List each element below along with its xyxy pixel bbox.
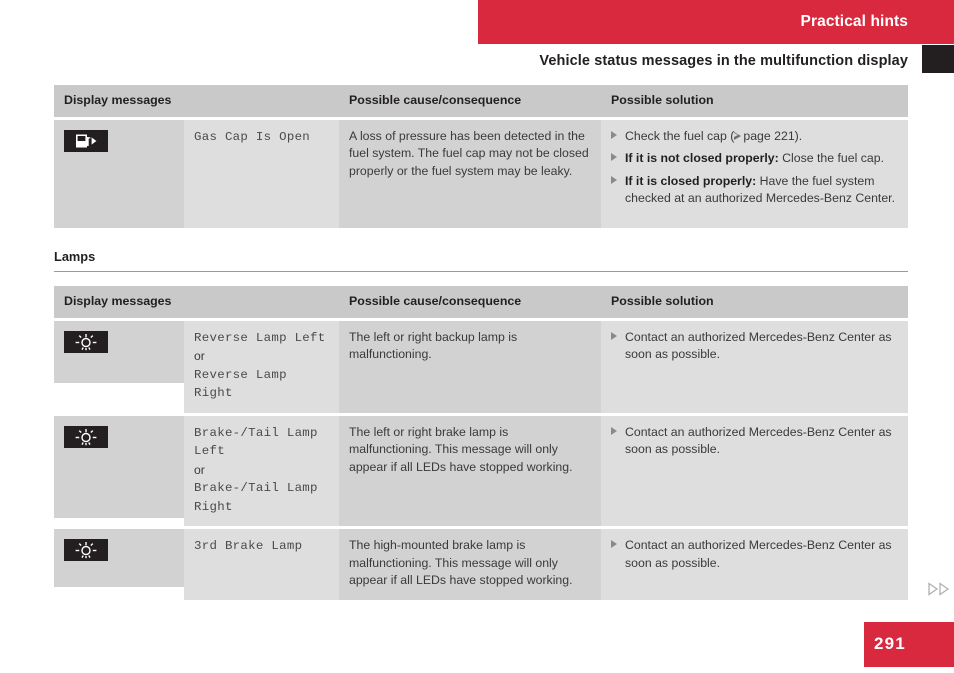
solution-list: Contact an authorized Mercedes-Benz Cent…	[611, 329, 898, 364]
list-item: Contact an authorized Mercedes-Benz Cent…	[611, 424, 898, 459]
solution-text-tail: ).	[794, 128, 803, 143]
column-header-possible-solution: Possible solution	[601, 85, 908, 117]
table-row: 3rd Brake Lamp The high-mounted brake la…	[54, 529, 908, 600]
solution-text: Contact an authorized Mercedes-Benz Cent…	[625, 538, 892, 570]
display-icon-cell	[54, 320, 184, 383]
message-line: Brake-/Tail Lamp	[194, 425, 318, 440]
chapter-title: Practical hints	[800, 13, 908, 30]
display-icon-cell	[54, 529, 184, 588]
possible-solution-cell: Contact an authorized Mercedes-Benz Cent…	[601, 320, 908, 413]
triangle-bullet-icon	[611, 130, 617, 139]
possible-solution-cell: Check the fuel cap ( page 221). If it is …	[601, 119, 908, 228]
message-line: Brake-/Tail Lamp	[194, 481, 318, 496]
possible-cause-cell: The high-mounted brake lamp is malfuncti…	[339, 529, 601, 600]
possible-cause-cell: The left or right backup lamp is malfunc…	[339, 320, 601, 413]
message-line: Reverse Lamp Left	[194, 330, 326, 345]
column-header-possible-cause: Possible cause/consequence	[339, 286, 601, 318]
lamp-bulb-icon	[64, 330, 108, 353]
page-reference-icon	[734, 131, 742, 141]
table-row: Gas Cap Is Open A loss of pressure has b…	[54, 119, 908, 228]
display-message-cell: Reverse Lamp Left or Reverse Lamp Right	[184, 320, 339, 413]
column-header-possible-cause: Possible cause/consequence	[339, 85, 601, 117]
solution-list: Check the fuel cap ( page 221). If it is …	[611, 128, 898, 208]
status-messages-table-1: Display messages Possible cause/conseque…	[54, 85, 908, 228]
table-row: Brake-/Tail Lamp Left or Brake-/Tail Lam…	[54, 415, 908, 527]
status-messages-table-2: Display messages Possible cause/conseque…	[54, 286, 908, 600]
table-row: Reverse Lamp Left or Reverse Lamp Right …	[54, 320, 908, 413]
fuel-pump-icon	[64, 129, 108, 152]
solution-text: Close the fuel cap.	[778, 151, 885, 166]
display-message-text: Reverse Lamp Left or Reverse Lamp Right	[194, 329, 329, 403]
message-line: Right	[194, 499, 233, 514]
triangle-bullet-icon	[611, 540, 617, 549]
possible-cause-cell: The left or right brake lamp is malfunct…	[339, 415, 601, 527]
list-item: If it is not closed properly: Close the …	[611, 150, 898, 167]
solution-list: Contact an authorized Mercedes-Benz Cent…	[611, 537, 898, 572]
lamp-bulb-icon	[64, 539, 108, 562]
solution-text: Check the fuel cap (	[625, 128, 735, 143]
page-reference-link[interactable]: page 221	[743, 129, 794, 143]
column-header-possible-solution: Possible solution	[601, 286, 908, 318]
list-item: Contact an authorized Mercedes-Benz Cent…	[611, 537, 898, 572]
list-item: Contact an authorized Mercedes-Benz Cent…	[611, 329, 898, 364]
message-line: Left	[194, 444, 225, 459]
triangle-bullet-icon	[611, 175, 617, 184]
list-item: If it is closed properly: Have the fuel …	[611, 173, 898, 208]
double-chevron-right-icon	[928, 582, 954, 596]
possible-solution-cell: Contact an authorized Mercedes-Benz Cent…	[601, 415, 908, 527]
message-line-or: or	[194, 462, 205, 477]
display-icon-cell	[54, 119, 184, 228]
column-header-display-messages: Display messages	[54, 85, 184, 117]
display-message-text: 3rd Brake Lamp	[194, 539, 303, 554]
lamp-bulb-icon	[64, 425, 108, 448]
subsection-heading-block: Lamps	[54, 249, 908, 272]
column-header-spacer	[184, 286, 339, 318]
display-message-cell: Gas Cap Is Open	[184, 119, 339, 228]
column-header-display-messages: Display messages	[54, 286, 184, 318]
solution-lead: If it is closed properly:	[625, 173, 757, 188]
message-line: Reverse Lamp Right	[194, 367, 287, 401]
column-header-spacer	[184, 85, 339, 117]
possible-cause-cell: A loss of pressure has been detected in …	[339, 119, 601, 228]
table-header-row: Display messages Possible cause/conseque…	[54, 85, 908, 117]
solution-text: Contact an authorized Mercedes-Benz Cent…	[625, 329, 892, 362]
manual-page: Practical hints Vehicle status messages …	[0, 0, 954, 673]
display-message-cell: 3rd Brake Lamp	[184, 529, 339, 600]
subsection-title: Lamps	[54, 249, 96, 264]
divider	[54, 271, 908, 272]
table-header-row: Display messages Possible cause/conseque…	[54, 286, 908, 318]
solution-text: Contact an authorized Mercedes-Benz Cent…	[625, 424, 892, 457]
triangle-bullet-icon	[611, 331, 617, 340]
solution-list: Contact an authorized Mercedes-Benz Cent…	[611, 424, 898, 459]
solution-lead: If it is not closed properly:	[625, 151, 779, 166]
list-item: Check the fuel cap ( page 221).	[611, 128, 898, 145]
page-edge-tab-marker	[922, 45, 954, 73]
possible-solution-cell: Contact an authorized Mercedes-Benz Cent…	[601, 529, 908, 600]
page-number: 291	[874, 634, 906, 653]
display-icon-cell	[54, 415, 184, 518]
display-message-text: Gas Cap Is Open	[194, 129, 311, 144]
triangle-bullet-icon	[611, 426, 617, 435]
message-line-or: or	[194, 349, 205, 364]
triangle-bullet-icon	[611, 153, 617, 162]
display-message-text: Brake-/Tail Lamp Left or Brake-/Tail Lam…	[194, 424, 329, 517]
page-title: Vehicle status messages in the multifunc…	[539, 53, 908, 69]
display-message-cell: Brake-/Tail Lamp Left or Brake-/Tail Lam…	[184, 415, 339, 527]
